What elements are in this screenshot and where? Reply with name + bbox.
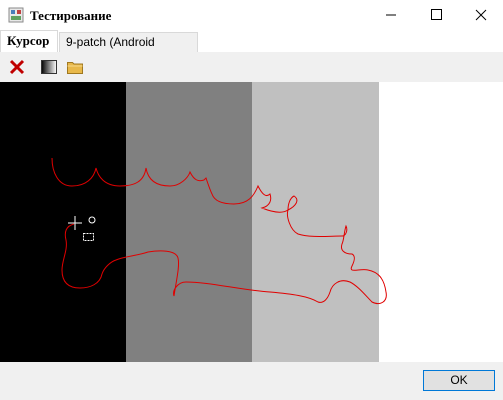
maximize-button[interactable] [413, 0, 458, 30]
tab-cursor[interactable]: Курсор [0, 30, 58, 52]
gradient-icon[interactable] [40, 58, 58, 76]
title-bar: Тестирование [0, 0, 503, 30]
drawing-canvas[interactable] [0, 82, 503, 362]
minimize-icon [386, 14, 396, 16]
ok-button[interactable]: OK [423, 370, 495, 391]
app-icon [8, 7, 24, 23]
minimize-button[interactable] [368, 0, 413, 30]
close-window-button[interactable] [458, 0, 503, 30]
tab-bar: Курсор 9-patch (Android кнопка) [0, 30, 503, 68]
close-icon [475, 9, 487, 21]
window-title: Тестирование [30, 8, 112, 23]
crosshair-cursor-icon [68, 216, 96, 241]
delete-icon[interactable] [8, 58, 26, 76]
folder-icon[interactable] [66, 58, 84, 76]
tab-9patch[interactable]: 9-patch (Android кнопка) [59, 32, 198, 68]
toolbar [0, 52, 503, 82]
maximize-icon [431, 9, 442, 20]
cursor-trail-stroke [51, 157, 387, 305]
